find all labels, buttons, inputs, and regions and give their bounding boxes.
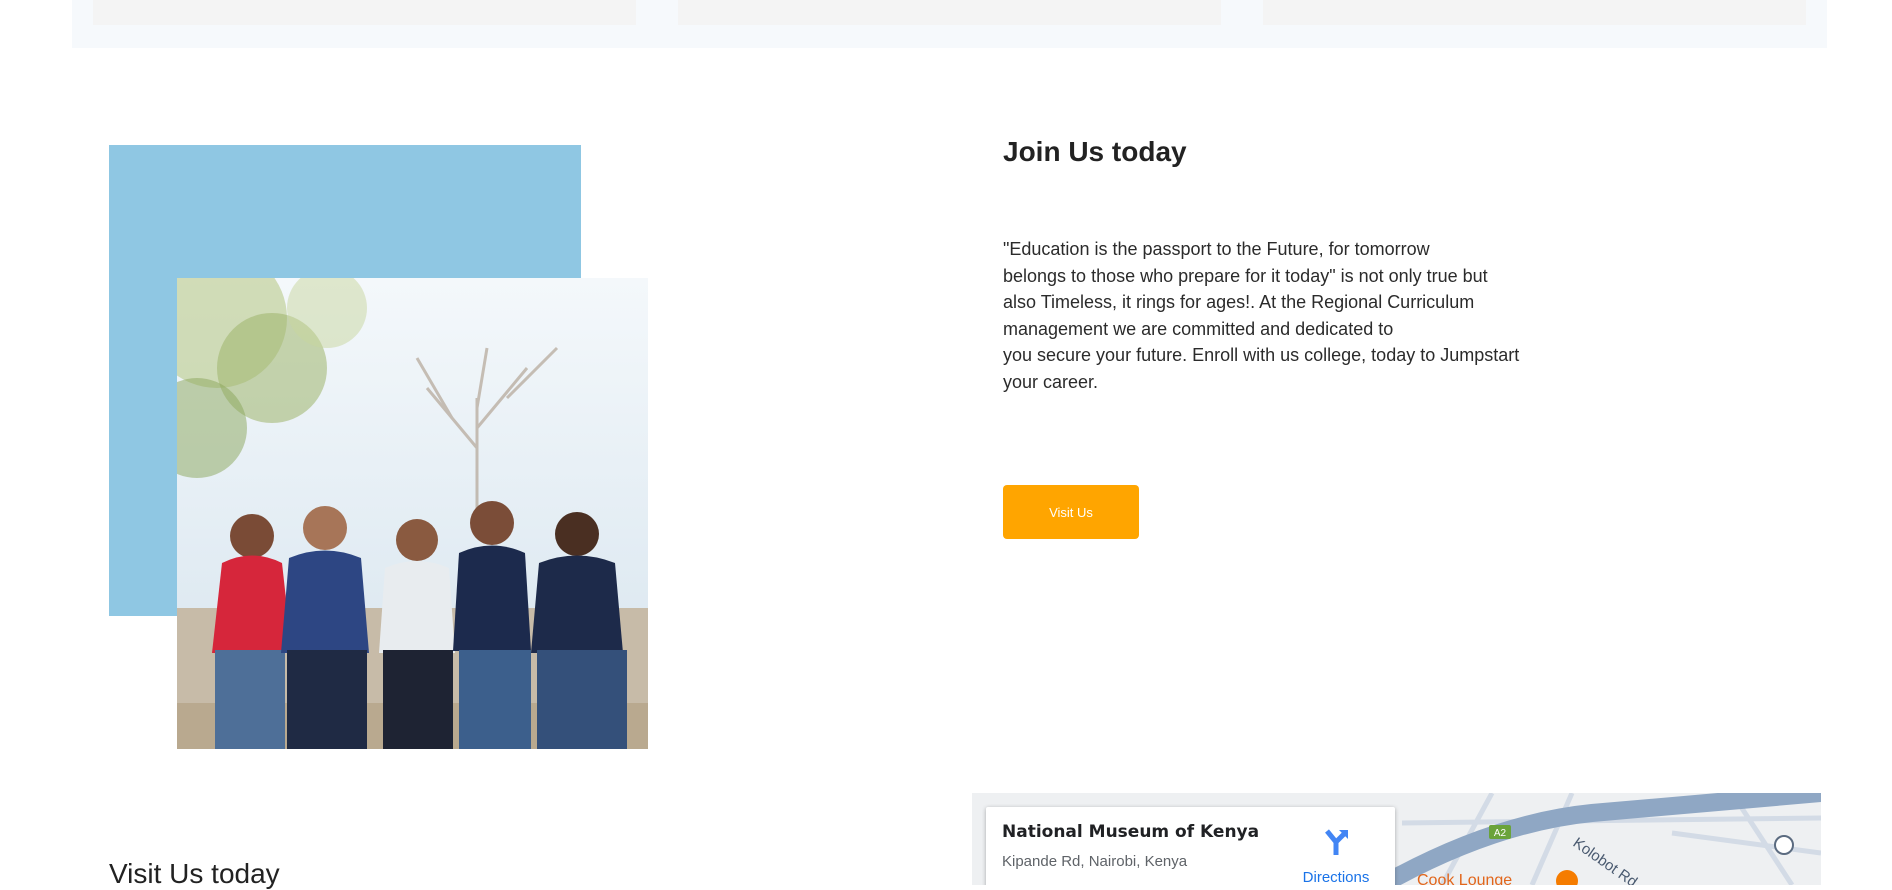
visit-us-button[interactable]: Visit Us	[1003, 485, 1139, 539]
place-info-card: National Museum of Kenya Kipande Rd, Nai…	[986, 807, 1395, 885]
poi-label: Cook Lounge	[1417, 872, 1512, 885]
paragraph-line: you secure your future. Enroll with us c…	[1003, 345, 1520, 366]
feature-card	[93, 0, 636, 25]
students-photo-illustration	[177, 278, 648, 749]
road-shield-label: A2	[1494, 828, 1507, 839]
students-photo	[177, 278, 648, 749]
paragraph-line: belongs to those who prepare for it toda…	[1003, 265, 1488, 286]
bus-stop-icon[interactable]	[1774, 835, 1794, 855]
join-us-paragraph: "Education is the passport to the Future…	[1003, 236, 1533, 396]
directions-label[interactable]: Directions	[1286, 869, 1386, 885]
feature-card	[678, 0, 1221, 25]
place-address: Kipande Rd, Nairobi, Kenya	[1002, 853, 1188, 870]
directions-link[interactable]: Directions	[1286, 819, 1386, 885]
feature-card	[1263, 0, 1806, 25]
join-us-heading: Join Us today	[1003, 136, 1187, 167]
paragraph-line: also Timeless, it rings for ages!. At th…	[1003, 292, 1475, 313]
visit-us-heading: Visit Us today	[109, 858, 280, 889]
top-cards-strip	[72, 0, 1827, 48]
paragraph-line: your career.	[1003, 371, 1099, 392]
directions-icon	[1325, 829, 1348, 855]
place-name: National Museum of Kenya	[1002, 822, 1260, 842]
embedded-map[interactable]: A2 Kolobot Rd Cook Lounge National Museu…	[972, 793, 1821, 885]
paragraph-line: management we are committed and dedicate…	[1003, 318, 1394, 339]
paragraph-line: "Education is the passport to the Future…	[1003, 239, 1430, 259]
